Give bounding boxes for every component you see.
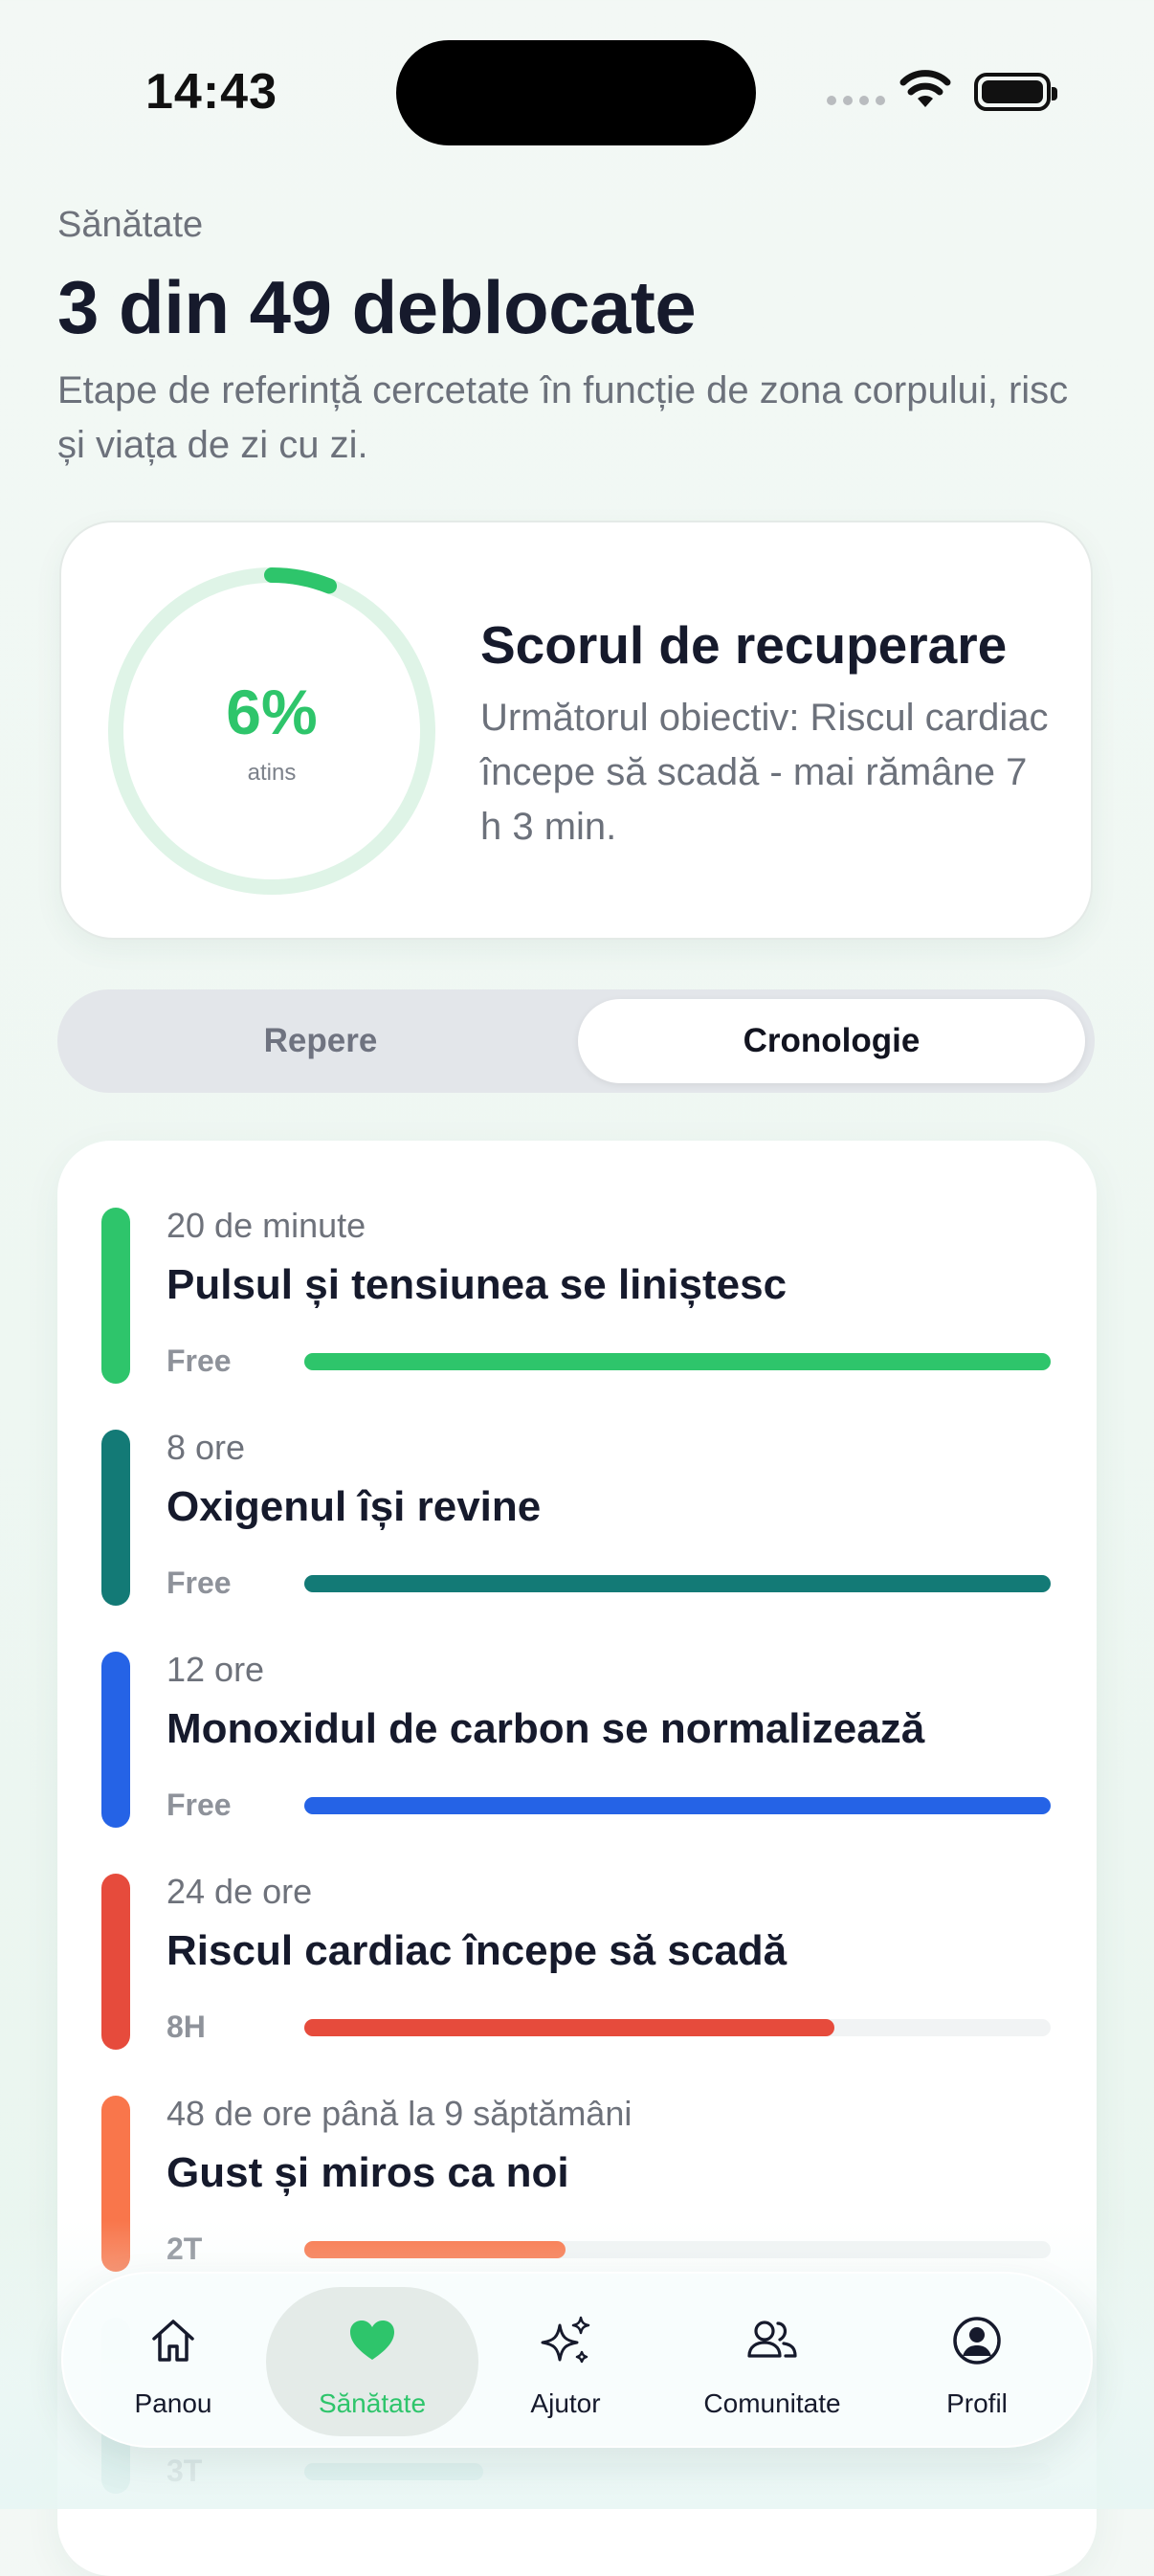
timeline-item[interactable]: 48 de ore până la 9 săptămâni Gust și mi…: [57, 2029, 1097, 2272]
timeline-item[interactable]: 8 ore Oxigenul își revine Free: [57, 1363, 1097, 1606]
timeline-title: Pulsul și tensiunea se liniștesc: [166, 1261, 788, 1308]
timeline-title: Oxigenul își revine: [166, 1483, 542, 1530]
timeline-when: 24 de ore: [166, 1872, 313, 1911]
dynamic-island: [396, 40, 756, 145]
heart-icon: [350, 2321, 394, 2360]
people-icon: [747, 2321, 797, 2358]
timeline-title: Riscul cardiac începe să scadă: [166, 1927, 788, 1974]
tab-panou[interactable]: Panou: [73, 2274, 274, 2450]
tab-comunitate[interactable]: Comunitate: [672, 2274, 873, 2450]
cellular-signal-icon: [827, 96, 885, 105]
wifi-icon: [899, 70, 951, 107]
timeline-stripe: [101, 2096, 130, 2272]
timeline-progress-track: [304, 2463, 1051, 2480]
tab-label: Profil: [946, 2388, 1008, 2418]
segment-repere[interactable]: Repere: [67, 999, 574, 1083]
view-segmented-control: Repere Cronologie: [57, 989, 1095, 1093]
score-caption: atins: [247, 760, 297, 786]
timeline-item[interactable]: 12 ore Monoxidul de carbon se normalizea…: [57, 1585, 1097, 1828]
tab-label: Comunitate: [703, 2388, 841, 2418]
score-percent: 6%: [226, 677, 318, 747]
status-time: 14:43: [145, 64, 277, 120]
timeline-when: 12 ore: [166, 1650, 265, 1689]
home-icon: [152, 2320, 194, 2362]
tab-label: Sănătate: [318, 2388, 427, 2418]
recovery-score-card[interactable]: 6% atins Scorul de recuperare Următorul …: [59, 521, 1093, 940]
segment-cronologie[interactable]: Cronologie: [578, 999, 1085, 1083]
tab-ajutor[interactable]: Ajutor: [465, 2274, 666, 2450]
score-title: Scorul de recuperare: [480, 615, 1008, 675]
page-overline: Sănătate: [57, 205, 204, 245]
sparkles-icon: [541, 2316, 590, 2364]
timeline-title: Gust și miros ca noi: [166, 2149, 569, 2196]
timeline-progress-fill: [304, 2463, 484, 2480]
profile-icon: [953, 2317, 1001, 2365]
timeline-when: 20 de minute: [166, 1206, 366, 1245]
timeline-item[interactable]: 20 de minute Pulsul și tensiunea se lini…: [57, 1141, 1097, 1384]
page-subtitle: Etape de referință cercetate în funcție …: [57, 369, 1069, 466]
page-title: 3 din 49 deblocate: [57, 265, 697, 349]
tab-label: Panou: [134, 2388, 212, 2418]
tab-profil[interactable]: Profil: [877, 2274, 1077, 2450]
timeline-stripe: [101, 1208, 130, 1384]
timeline-stripe: [101, 1874, 130, 2050]
timeline-stripe: [101, 1430, 130, 1606]
score-description: Următorul obiectiv: Riscul cardiac încep…: [480, 697, 1049, 848]
timeline-item[interactable]: 24 de ore Riscul cardiac începe să scadă…: [57, 1807, 1097, 2050]
timeline-title: Monoxidul de carbon se normalizează: [166, 1705, 925, 1752]
timeline-when: 48 de ore până la 9 săptămâni: [166, 2094, 632, 2133]
tab-label: Ajutor: [530, 2388, 601, 2418]
timeline-stripe: [101, 1652, 130, 1828]
timeline-tag: 3T: [166, 2454, 203, 2488]
status-bar: 14:43: [0, 0, 1154, 191]
tab-bar: Panou Sănătate Ajutor Comunitate Profil: [61, 2272, 1093, 2448]
timeline-when: 8 ore: [166, 1428, 246, 1467]
battery-icon: [974, 73, 1057, 111]
tab-sanatate[interactable]: Sănătate: [272, 2274, 473, 2450]
